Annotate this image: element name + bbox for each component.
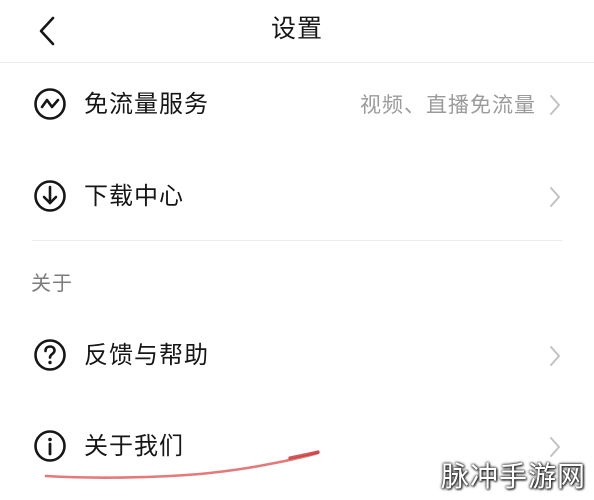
- question-circle-icon: [34, 339, 66, 371]
- settings-item-label: 反馈与帮助: [84, 341, 209, 369]
- watermark-logo-text: 脉冲手游网: [440, 460, 586, 493]
- download-circle-icon: [34, 180, 66, 212]
- settings-item-label: 下载中心: [84, 182, 184, 210]
- settings-item-download-center[interactable]: 下载中心: [0, 158, 594, 234]
- section-header-about: 关于: [31, 271, 73, 295]
- speedometer-circle-icon: [34, 88, 66, 120]
- chevron-right-icon: [550, 187, 560, 207]
- chevron-right-icon: [550, 346, 560, 366]
- settings-item-label: 关于我们: [84, 432, 184, 460]
- chevron-right-icon: [550, 437, 560, 457]
- settings-item-data-free[interactable]: 免流量服务 视频、直播免流量: [0, 66, 594, 142]
- settings-item-value: 视频、直播免流量: [360, 93, 536, 117]
- chevron-right-icon: [550, 95, 560, 115]
- section-divider: [32, 240, 562, 241]
- page-title: 设置: [270, 14, 323, 43]
- settings-item-label: 免流量服务: [84, 90, 209, 118]
- info-circle-icon: [34, 430, 66, 462]
- top-bar: 设置: [0, 0, 594, 63]
- settings-item-feedback-help[interactable]: 反馈与帮助: [0, 317, 594, 393]
